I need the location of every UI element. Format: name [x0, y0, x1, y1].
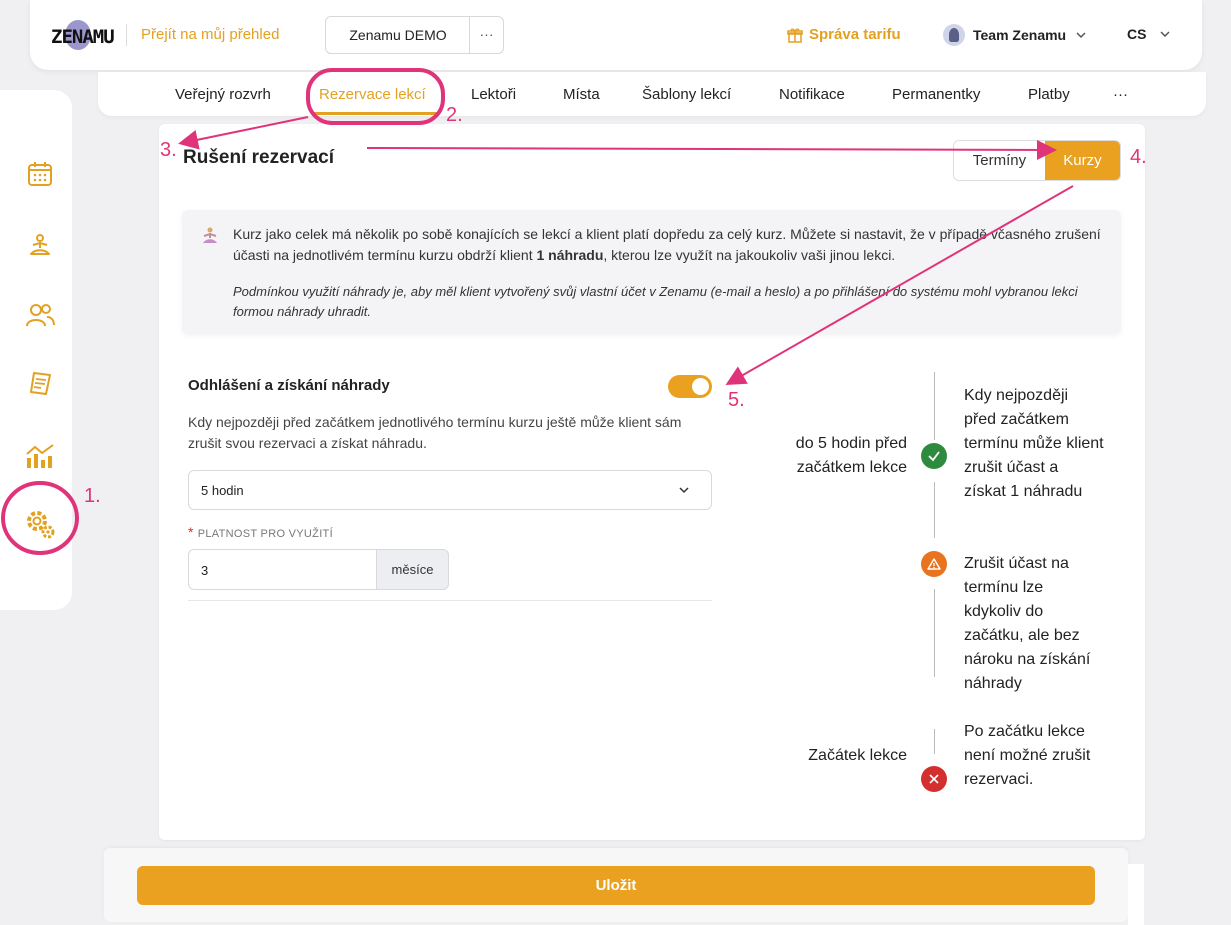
save-button[interactable]: Uložit	[137, 866, 1095, 905]
sidebar-item-settings[interactable]	[24, 508, 56, 540]
receipt-icon	[30, 372, 51, 395]
timeline-ok	[921, 443, 947, 469]
logo-text: ZENAMU	[51, 26, 115, 48]
tab-more[interactable]: ···	[1113, 86, 1128, 103]
tab-payments[interactable]: Platby	[1028, 86, 1070, 103]
tab-lesson-reservations[interactable]: Rezervace lekcí	[319, 86, 426, 103]
type-segmented-control: Termíny Kurzy	[953, 140, 1121, 181]
sidebar-item-calendar[interactable]	[24, 158, 56, 190]
tab-places[interactable]: Místa	[563, 86, 600, 103]
validity-input[interactable]: 3	[188, 549, 377, 590]
tarif-link[interactable]: Správa tarifu	[787, 26, 901, 43]
section-description: Kdy nejpozději před začátkem jednotlivéh…	[188, 414, 682, 451]
validity-label-text: PLATNOST PRO VYUŽITÍ	[197, 528, 333, 540]
sidebar-item-finance[interactable]	[24, 368, 56, 400]
required-star: *	[188, 524, 194, 540]
background-card-edge	[1128, 864, 1144, 925]
timeline-line	[934, 589, 935, 677]
timeline-stop	[921, 766, 947, 792]
save-bar: Uložit	[104, 848, 1128, 922]
sidebar	[0, 90, 72, 610]
validity-unit: měsíce	[376, 549, 449, 590]
timeline-line	[934, 729, 935, 754]
analytics-icon	[26, 444, 54, 468]
page-title: Rušení rezervací	[183, 147, 335, 168]
timeline-label-start: Začátek lekce	[808, 747, 907, 764]
tab-lecturers[interactable]: Lektoři	[471, 86, 516, 103]
tarif-label: Správa tarifu	[809, 26, 901, 43]
warning-icon	[927, 558, 941, 570]
timeline-text-refund: Kdy nejpozději před začátkem termínu můž…	[964, 387, 1104, 500]
team-avatar	[943, 24, 965, 46]
tab-passes[interactable]: Permanentky	[892, 86, 980, 103]
info-text-b: , kterou lze využít na jakoukoliv vaši j…	[603, 247, 896, 263]
active-tab-indicator	[313, 112, 437, 115]
chevron-down-icon	[1076, 32, 1086, 39]
refund-toggle[interactable]	[668, 375, 712, 398]
cancellation-card: Rušení rezervací Termíny Kurzy Kurz jako…	[159, 124, 1145, 840]
timeline-text-no-cancel: Po začátku lekce není možné zrušit rezer…	[964, 723, 1091, 788]
header-divider	[126, 24, 127, 46]
settings-tabs: Veřejný rozvrh Rezervace lekcí Lektoři M…	[98, 72, 1206, 116]
sidebar-item-lessons[interactable]	[24, 230, 56, 262]
sidebar-item-analytics[interactable]	[24, 440, 56, 472]
settings-icon	[27, 511, 55, 539]
info-box: Kurz jako celek má několik po sobě konaj…	[182, 210, 1121, 334]
validity-label: * PLATNOST PRO VYUŽITÍ	[188, 524, 333, 540]
meditation-icon	[30, 234, 50, 255]
timeline-line	[934, 372, 935, 440]
annotation-5: 5.	[728, 389, 745, 411]
team-label: Team Zenamu	[973, 27, 1067, 43]
chevron-down-icon	[1160, 31, 1170, 38]
language-label: CS	[1127, 26, 1147, 42]
timeline-text-no-refund: Zrušit účast na termínu lze kdykoliv do …	[964, 555, 1091, 692]
zenamu-logo[interactable]: ZENAMU	[51, 20, 115, 52]
check-icon	[928, 451, 940, 462]
language-switcher[interactable]: CS	[1127, 26, 1172, 42]
team-menu[interactable]: Team Zenamu	[943, 24, 1088, 46]
segment-courses[interactable]: Kurzy	[1044, 141, 1120, 180]
info-paragraph-2: Podmínkou využití náhrady je, aby měl kl…	[233, 284, 1078, 319]
deadline-select[interactable]: 5 hodin	[188, 470, 712, 510]
studio-switcher[interactable]: Zenamu DEMO ···	[325, 16, 504, 54]
tab-public-schedule[interactable]: Veřejný rozvrh	[175, 86, 271, 103]
yoga-icon	[203, 227, 217, 243]
close-icon	[929, 774, 939, 784]
dashboard-link[interactable]: Přejít na můj přehled	[141, 26, 279, 43]
segment-terms[interactable]: Termíny	[954, 141, 1045, 180]
validity-value: 3	[201, 563, 209, 578]
info-paragraph-1: Kurz jako celek má několik po sobě konaj…	[233, 224, 1113, 266]
sidebar-item-clients[interactable]	[24, 299, 56, 331]
info-text-bold: 1 náhradu	[536, 247, 604, 263]
calendar-icon	[28, 162, 52, 186]
chevron-down-icon	[679, 487, 689, 494]
timeline-label-deadline: do 5 hodin před začátkem lekce	[795, 435, 907, 476]
timeline-warn	[921, 551, 947, 577]
timeline-line	[934, 482, 935, 538]
studio-more-button[interactable]: ···	[469, 17, 503, 53]
toggle-knob	[692, 378, 709, 395]
annotation-4: 4.	[1130, 146, 1147, 168]
section-title: Odhlášení a získání náhrady	[188, 377, 390, 394]
deadline-value: 5 hodin	[201, 483, 244, 498]
top-bar: ZENAMU Přejít na můj přehled Zenamu DEMO…	[30, 0, 1202, 70]
users-icon	[26, 304, 55, 327]
tab-lesson-templates[interactable]: Šablony lekcí	[642, 86, 731, 103]
tab-notifications[interactable]: Notifikace	[779, 86, 845, 103]
annotation-3: 3.	[160, 139, 177, 161]
annotation-1: 1.	[84, 485, 101, 507]
section-divider	[188, 600, 712, 601]
studio-name[interactable]: Zenamu DEMO	[326, 17, 470, 53]
gift-icon	[787, 27, 803, 43]
annotation-2: 2.	[446, 104, 463, 126]
